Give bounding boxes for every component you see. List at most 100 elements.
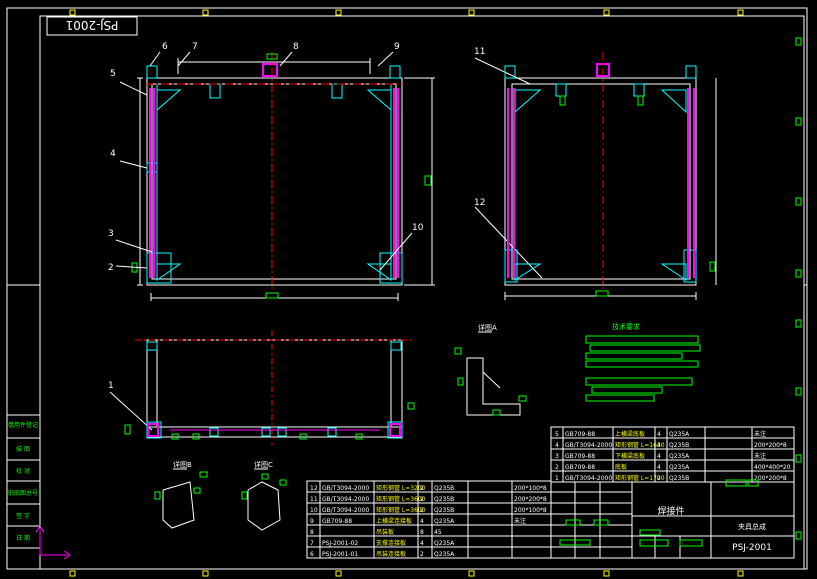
bom-top-name: 上横梁底板 [615,430,645,438]
bom-bottom-name: 矩形钢管 L=3600 [376,495,426,503]
bom-bottom-mat: Q235B [434,485,454,492]
bom-bottom-spec: 200*200*8 [514,496,547,503]
bom-top-qty: 4 [657,431,661,438]
bom-bottom-no: 12 [310,485,318,492]
side-label-4: 旧底图总号 [8,489,38,497]
bom-bottom-name: 吊装连接板 [376,550,406,558]
bom-top-spec: 200*200*8 [754,442,787,449]
ucs-icon [35,525,71,560]
detail-b-label: 详图B [173,460,192,469]
bom-bottom-qty: 4 [420,518,424,525]
balloon-10: 10 [412,223,424,233]
balloon-4: 4 [110,149,116,159]
zone-ticks-right [795,37,802,540]
mirrored-number-box: PSJ-2001 [46,16,138,36]
bom-bottom-no: 8 [310,529,314,536]
front-view [131,52,435,301]
balloon-3: 3 [108,229,114,239]
mirrored-drawing-number: PSJ-2001 [66,18,119,32]
detail-b: 详图B [154,460,208,529]
bom-bottom-qty: 2 [420,507,424,514]
title-block: 焊接件 夹具总成 PSJ-2001 [550,479,795,559]
part-name: 焊接件 [657,505,684,517]
bom-top-name: 底板 [615,463,627,471]
bom-bottom-code: GB/T3094-2000 [322,507,369,514]
bom-top-qty: 4 [657,442,661,449]
detail-a-label: 详图A [478,323,497,332]
technical-notes: 技术要求 [585,322,701,402]
cad-drawing: PSJ-2001 5 6 7 8 9 4 3 2 10 1 11 12 详图A … [6,7,808,577]
bom-top-spec: 未注 [754,452,766,460]
balloon-9: 9 [394,42,400,52]
drawing-number: PSJ-2001 [732,543,772,553]
bom-top-table: 5 GB709-88 上横梁底板 4 Q235A 未注4 GB/T3094-2000 矩形钢管… [550,426,795,483]
detail-c-label: 详图C [254,460,273,469]
bom-top-mat: Q235B [669,442,689,449]
side-label-1: 借用件登记 [8,421,38,429]
bom-top-mat: Q235B [669,475,689,482]
bom-bottom-no: 10 [310,507,318,514]
bom-top-qty: 2 [657,475,661,482]
bom-bottom-spec: 未注 [514,517,526,525]
bom-bottom-spec: 200*100*8 [514,507,547,514]
bom-top-code: GB/T3094-2000 [565,442,612,449]
left-side-boxes: 借用件登记 描 图 校 对 旧底图总号 签 字 日 期 [6,414,41,570]
bom-top-spec: 未注 [754,430,766,438]
bom-bottom-no: 11 [310,496,318,503]
bom-top-no: 2 [555,464,559,471]
side-view [504,52,717,300]
bom-bottom-qty: 2 [420,551,424,558]
balloon-2: 2 [108,263,114,273]
bom-bottom-code: GB709-88 [322,518,352,525]
bom-top-code: GB/T3094-2000 [565,475,612,482]
bom-bottom-code: PSJ-2001-01 [322,551,358,558]
bom-bottom-code: GB/T3094-2000 [322,485,369,492]
bom-bottom-no: 7 [310,540,314,547]
bom-bottom-name: 支撑连接板 [376,539,406,547]
bom-bottom-mat: Q235B [434,507,454,514]
bom-top-qty: 4 [657,464,661,471]
bom-top-code: GB709-88 [565,431,595,438]
bom-bottom-mat: 45 [434,529,442,536]
side-label-3: 校 对 [16,467,30,475]
bom-bottom-code: GB/T3094-2000 [322,496,369,503]
bom-top-no: 1 [555,475,559,482]
bom-bottom-name: 矩形钢管 L=3200 [376,484,426,492]
bom-bottom-mat: Q235B [434,496,454,503]
bom-bottom-spec: 200*100*8 [514,485,547,492]
bom-bottom-code: PSJ-2001-02 [322,540,358,547]
bom-bottom-qty: 8 [420,529,424,536]
balloon-6: 6 [162,42,168,52]
bom-bottom-mat: Q235A [434,551,455,558]
bom-top-no: 3 [555,453,559,460]
bom-bottom-qty: 4 [420,540,424,547]
bom-bottom-qty: 2 [420,485,424,492]
balloon-labels: 5 6 7 8 9 4 3 2 10 1 11 12 [108,42,485,391]
bom-top-no: 4 [555,442,559,449]
bom-top-code: GB709-88 [565,464,595,471]
bom-top-mat: Q235A [669,464,690,471]
balloon-12: 12 [474,198,485,208]
side-label-2: 描 图 [16,445,30,453]
side-label-6: 日 期 [16,534,30,542]
bom-bottom-table: 12 GB/T3094-2000 矩形钢管 L=32002 Q235B 200*100*… [306,480,552,559]
balloon-1: 1 [108,381,114,391]
leaders-front [109,51,543,431]
balloon-8: 8 [293,42,299,52]
bom-top-code: GB709-88 [565,453,595,460]
bom-bottom-no: 9 [310,518,314,525]
bom-top-mat: Q235A [669,453,690,460]
balloon-7: 7 [192,42,198,52]
side-label-5: 签 字 [16,512,30,520]
bom-bottom-qty: 2 [420,496,424,503]
bom-top-mat: Q235A [669,431,690,438]
bom-bottom-mat: Q235A [434,540,455,547]
bom-top-qty: 4 [657,453,661,460]
notes-title: 技术要求 [612,322,640,331]
bom-bottom-mat: Q235A [434,518,455,525]
bom-bottom-name: 上横梁连接板 [376,517,412,525]
project-name: 夹具总成 [738,522,766,531]
bom-bottom-name: 吊装板 [376,528,394,536]
bom-top-spec: 400*400*20 [754,464,791,471]
bom-top-spec: 200*200*8 [754,475,787,482]
